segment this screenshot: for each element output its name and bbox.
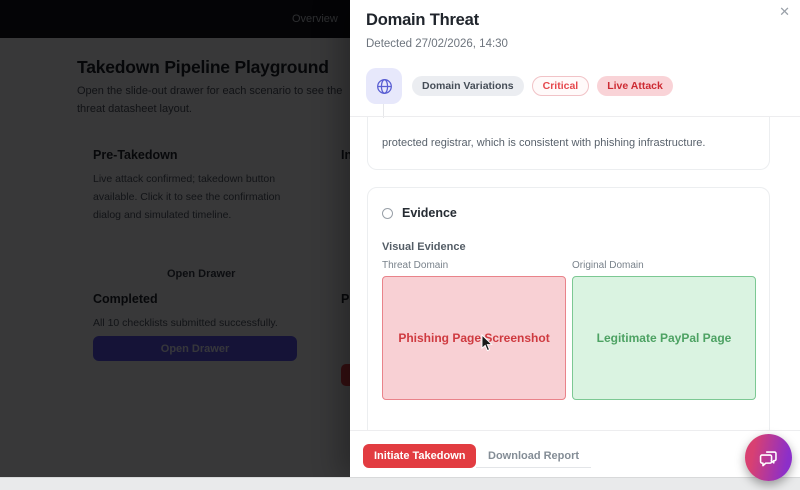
globe-icon xyxy=(375,77,394,96)
threat-type-chip xyxy=(366,68,402,104)
close-icon[interactable]: ✕ xyxy=(779,4,790,20)
badge-row: Domain Variations Critical Live Attack xyxy=(412,76,673,96)
analysis-card: protected registrar, which is consistent… xyxy=(367,117,770,170)
evidence-section-header: Evidence xyxy=(382,206,457,220)
drawer-footer: Initiate Takedown Download Report xyxy=(350,430,800,477)
evidence-columns: Threat Domain Phishing Page Screenshot O… xyxy=(382,260,756,400)
chat-icon xyxy=(758,447,780,469)
drawer-title: Domain Threat xyxy=(366,11,479,29)
drawer-scroll-area[interactable]: protected registrar, which is consistent… xyxy=(350,117,800,430)
domain-threat-drawer: ✕ Domain Threat Detected 27/02/2026, 14:… xyxy=(350,0,800,477)
detected-timestamp: Detected 27/02/2026, 14:30 xyxy=(366,38,508,50)
initiate-takedown-button[interactable]: Initiate Takedown xyxy=(363,444,477,468)
badge-domain-variations: Domain Variations xyxy=(412,76,524,96)
visual-evidence-label: Visual Evidence xyxy=(382,241,466,253)
evidence-card: Evidence Visual Evidence Threat Domain P… xyxy=(367,187,770,430)
badge-critical: Critical xyxy=(531,76,590,96)
phishing-screenshot-placeholder[interactable]: Phishing Page Screenshot xyxy=(382,276,566,400)
chat-fab-button[interactable] xyxy=(745,434,792,481)
threat-domain-column: Threat Domain Phishing Page Screenshot xyxy=(382,260,566,400)
analysis-text: protected registrar, which is consistent… xyxy=(382,137,706,149)
app-window: Overview Takedown Pipeline Playground Op… xyxy=(0,0,800,490)
threat-domain-label: Threat Domain xyxy=(382,260,449,271)
evidence-section-title: Evidence xyxy=(402,206,457,220)
original-domain-column: Original Domain Legitimate PayPal Page xyxy=(572,260,756,400)
badge-live-attack: Live Attack xyxy=(597,76,673,96)
download-report-button[interactable]: Download Report xyxy=(476,444,592,468)
horizontal-scrollbar[interactable] xyxy=(0,477,800,490)
legitimate-page-placeholder[interactable]: Legitimate PayPal Page xyxy=(572,276,756,400)
original-domain-label: Original Domain xyxy=(572,260,644,271)
circle-icon xyxy=(382,207,393,219)
